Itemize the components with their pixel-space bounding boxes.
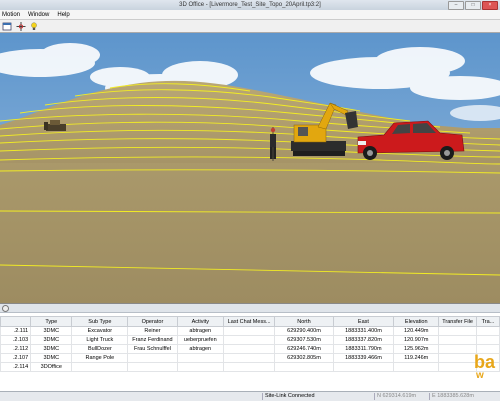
status-divider bbox=[262, 393, 263, 400]
cell-east: 1883339.466m bbox=[332, 353, 395, 363]
column-header-tra[interactable]: Tra... bbox=[475, 316, 500, 327]
cell-elevation: 119.246m bbox=[393, 353, 440, 363]
cell-last-chat bbox=[222, 353, 276, 363]
cell-tra bbox=[475, 326, 500, 336]
cell-id: .2.114 bbox=[0, 362, 32, 372]
cell-east: 1883331.400m bbox=[332, 326, 395, 336]
table-header-row: Type Sub Type Operator Activity Last Cha… bbox=[0, 316, 500, 327]
cell-east: 1883311.790m bbox=[332, 344, 395, 354]
menu-help[interactable]: Help bbox=[57, 10, 69, 19]
column-header[interactable] bbox=[0, 316, 32, 327]
cell-transfer-file bbox=[438, 362, 477, 372]
cell-id: .2.112 bbox=[0, 344, 32, 354]
layout-icon[interactable] bbox=[2, 22, 12, 31]
terrain-scene[interactable] bbox=[0, 33, 500, 303]
cell-last-chat bbox=[222, 362, 276, 372]
maximize-button[interactable]: □ bbox=[465, 1, 481, 10]
table-row[interactable]: .2.112 3DMC BullDozer Frau Schnulffel ab… bbox=[0, 344, 500, 354]
column-header-transfer-file[interactable]: Transfer File bbox=[438, 316, 477, 327]
cell-activity: ueberpruefen bbox=[176, 335, 224, 345]
cell-operator bbox=[127, 353, 178, 363]
cell-type: 3DMC bbox=[30, 353, 73, 363]
crosshair-icon[interactable] bbox=[16, 22, 26, 31]
cell-elevation: 120.907m bbox=[393, 335, 440, 345]
column-header-subtype[interactable]: Sub Type bbox=[71, 316, 129, 327]
close-button[interactable]: × bbox=[482, 1, 498, 10]
cell-type: 3DMC bbox=[30, 344, 73, 354]
cell-operator: Franz Ferdinand bbox=[127, 335, 178, 345]
cell-type: 3DMC bbox=[30, 326, 73, 336]
column-header-north[interactable]: North bbox=[274, 316, 334, 327]
cell-activity bbox=[176, 353, 224, 363]
column-header-elevation[interactable]: Elevation bbox=[393, 316, 440, 327]
cell-activity: abtragen bbox=[176, 344, 224, 354]
title-bar: 3D Office - [Livermore_Test_Site_Topo_20… bbox=[0, 0, 500, 10]
cell-activity: abtragen bbox=[176, 326, 224, 336]
cell-subtype: Range Pole bbox=[71, 353, 129, 363]
cell-elevation: 125.962m bbox=[393, 344, 440, 354]
cell-operator: Reiner bbox=[127, 326, 178, 336]
table-row[interactable]: .2.114 3DOffice bbox=[0, 362, 500, 372]
cell-last-chat bbox=[222, 344, 276, 354]
cell-north: 629307.530m bbox=[274, 335, 334, 345]
cell-transfer-file bbox=[438, 326, 477, 336]
column-header-east[interactable]: East bbox=[332, 316, 395, 327]
cell-id: .2.103 bbox=[0, 335, 32, 345]
window-title: 3D Office - [Livermore_Test_Site_Topo_20… bbox=[179, 2, 321, 8]
menu-motion[interactable]: Motion bbox=[2, 10, 20, 19]
cell-north: 629246.740m bbox=[274, 344, 334, 354]
menu-bar: Motion Window Help bbox=[0, 10, 500, 20]
column-header-activity[interactable]: Activity bbox=[176, 316, 224, 327]
cell-north: 629290.400m bbox=[274, 326, 334, 336]
cell-elevation: 120.449m bbox=[393, 326, 440, 336]
cell-id: .2.107 bbox=[0, 353, 32, 363]
cell-subtype: Light Truck bbox=[71, 335, 129, 345]
status-divider bbox=[429, 393, 430, 400]
cell-transfer-file bbox=[438, 353, 477, 363]
table-row[interactable]: .2.103 3DMC Light Truck Franz Ferdinand … bbox=[0, 335, 500, 345]
cell-transfer-file bbox=[438, 344, 477, 354]
status-divider bbox=[374, 393, 375, 400]
minimize-button[interactable]: – bbox=[448, 1, 464, 10]
toolbar bbox=[0, 21, 500, 33]
cell-subtype bbox=[71, 362, 129, 372]
cell-type: 3DMC bbox=[30, 335, 73, 345]
table-row[interactable]: .2.107 3DMC Range Pole 629302.805m 18833… bbox=[0, 353, 500, 363]
cell-subtype: Excavator bbox=[71, 326, 129, 336]
3d-viewport[interactable] bbox=[0, 33, 500, 303]
cell-activity bbox=[176, 362, 224, 372]
lightbulb-icon[interactable] bbox=[29, 22, 39, 31]
cell-type: 3DOffice bbox=[30, 362, 73, 372]
cell-east: 1883337.820m bbox=[332, 335, 395, 345]
machine-table: Type Sub Type Operator Activity Last Cha… bbox=[0, 316, 500, 372]
cell-operator: Frau Schnulffel bbox=[127, 344, 178, 354]
cell-elevation bbox=[393, 362, 440, 372]
menu-window[interactable]: Window bbox=[28, 10, 49, 19]
cell-subtype: BullDozer bbox=[71, 344, 129, 354]
table-row[interactable]: .2.111 3DMC Excavator Reiner abtragen 62… bbox=[0, 326, 500, 336]
cell-last-chat bbox=[222, 335, 276, 345]
brand-logo-sub: w bbox=[476, 370, 484, 381]
cell-last-chat bbox=[222, 326, 276, 336]
cell-transfer-file bbox=[438, 335, 477, 345]
cell-operator bbox=[127, 362, 178, 372]
cell-north bbox=[274, 362, 334, 372]
pin-icon[interactable] bbox=[2, 305, 9, 312]
column-header-last-chat[interactable]: Last Chat Mess... bbox=[222, 316, 276, 327]
column-header-operator[interactable]: Operator bbox=[127, 316, 178, 327]
cell-id: .2.111 bbox=[0, 326, 32, 336]
machine-list-panel: Type Sub Type Operator Activity Last Cha… bbox=[0, 303, 500, 401]
cell-tra bbox=[475, 335, 500, 345]
panel-header bbox=[0, 304, 500, 313]
cell-north: 629302.805m bbox=[274, 353, 334, 363]
window-controls: – □ × bbox=[448, 1, 498, 10]
column-header-type[interactable]: Type bbox=[30, 316, 73, 327]
cell-east bbox=[332, 362, 395, 372]
